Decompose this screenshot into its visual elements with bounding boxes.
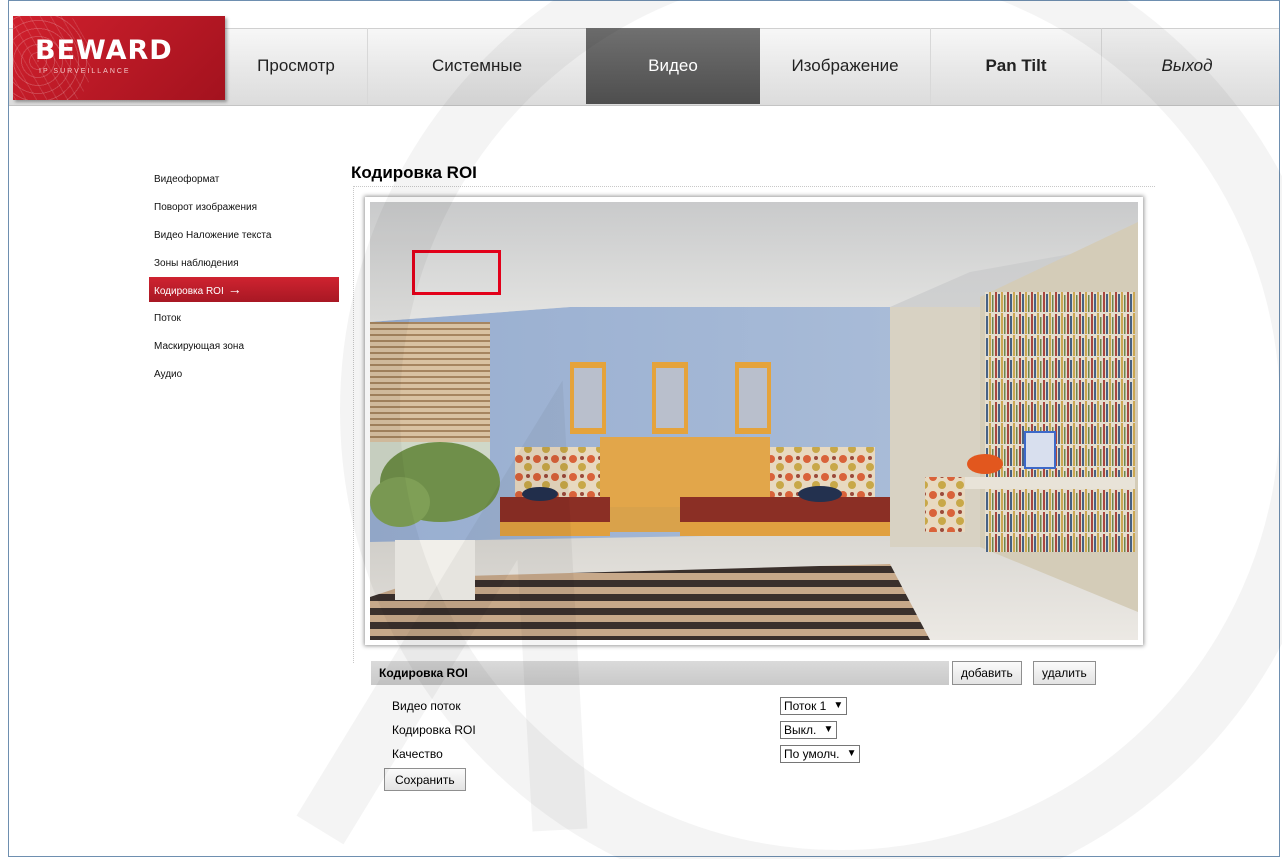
arrow-right-icon: → bbox=[227, 281, 242, 297]
roi-section-title: Кодировка ROI bbox=[379, 666, 468, 680]
sidebar-item-text-overlay[interactable]: Видео Наложение текста bbox=[149, 222, 339, 250]
sidebar-item-surveillance-zones[interactable]: Зоны наблюдения bbox=[149, 250, 339, 278]
tab-pan-tilt[interactable]: Pan Tilt bbox=[931, 28, 1101, 104]
video-preview[interactable] bbox=[365, 197, 1143, 645]
roi-region-box[interactable] bbox=[412, 250, 501, 295]
roi-encoding-select[interactable]: Выкл. ▼ bbox=[780, 721, 838, 739]
stream-select-value: Поток 1 bbox=[784, 699, 827, 713]
beward-logo[interactable]: BEWARD IP SURVEILLANCE bbox=[13, 16, 225, 100]
sidebar-item-stream[interactable]: Поток bbox=[149, 305, 339, 333]
chevron-down-icon: ▼ bbox=[823, 724, 834, 735]
add-roi-button[interactable]: добавить bbox=[952, 661, 1022, 685]
sidebar-item-image-rotation[interactable]: Поворот изображения bbox=[149, 194, 339, 222]
quality-select-value: По умолч. bbox=[784, 747, 840, 761]
tab-view[interactable]: Просмотр bbox=[225, 28, 367, 104]
chevron-down-icon: ▼ bbox=[846, 748, 857, 759]
sidebar-item-privacy-mask[interactable]: Маскирующая зона bbox=[149, 333, 339, 361]
sidebar-item-audio[interactable]: Аудио bbox=[149, 361, 339, 389]
video-submenu: Видеоформат Поворот изображения Видео На… bbox=[149, 166, 339, 389]
sidebar-item-video-format[interactable]: Видеоформат bbox=[149, 166, 339, 194]
sidebar-item-roi-encoding[interactable]: Кодировка ROI → bbox=[149, 277, 339, 302]
tab-logout[interactable]: Выход bbox=[1102, 28, 1272, 104]
stream-select[interactable]: Поток 1 ▼ bbox=[780, 697, 848, 715]
divider bbox=[353, 186, 1155, 187]
quality-select[interactable]: По умолч. ▼ bbox=[780, 745, 861, 763]
chevron-down-icon: ▼ bbox=[833, 700, 844, 711]
save-button[interactable]: Сохранить bbox=[384, 768, 466, 791]
roi-encoding-select-value: Выкл. bbox=[784, 723, 817, 737]
stream-label: Видео поток bbox=[392, 699, 461, 713]
logo-tagline: IP SURVEILLANCE bbox=[39, 68, 131, 75]
tab-system[interactable]: Системные bbox=[368, 28, 586, 104]
logo-wordmark: BEWARD bbox=[35, 35, 173, 66]
sidebar-item-label: Кодировка ROI bbox=[154, 286, 224, 297]
delete-roi-button[interactable]: удалить bbox=[1033, 661, 1096, 685]
quality-label: Качество bbox=[392, 747, 443, 761]
roi-section-header: Кодировка ROI bbox=[371, 661, 949, 685]
tab-video[interactable]: Видео bbox=[586, 28, 760, 104]
page-title: Кодировка ROI bbox=[351, 163, 477, 182]
tab-image[interactable]: Изображение bbox=[760, 28, 930, 104]
app-window: BEWARD IP SURVEILLANCE Просмотр Системны… bbox=[8, 0, 1280, 857]
roi-encoding-label: Кодировка ROI bbox=[392, 723, 476, 737]
main-menu: Просмотр Системные Видео Изображение Pan… bbox=[225, 28, 1272, 104]
divider bbox=[353, 188, 354, 663]
